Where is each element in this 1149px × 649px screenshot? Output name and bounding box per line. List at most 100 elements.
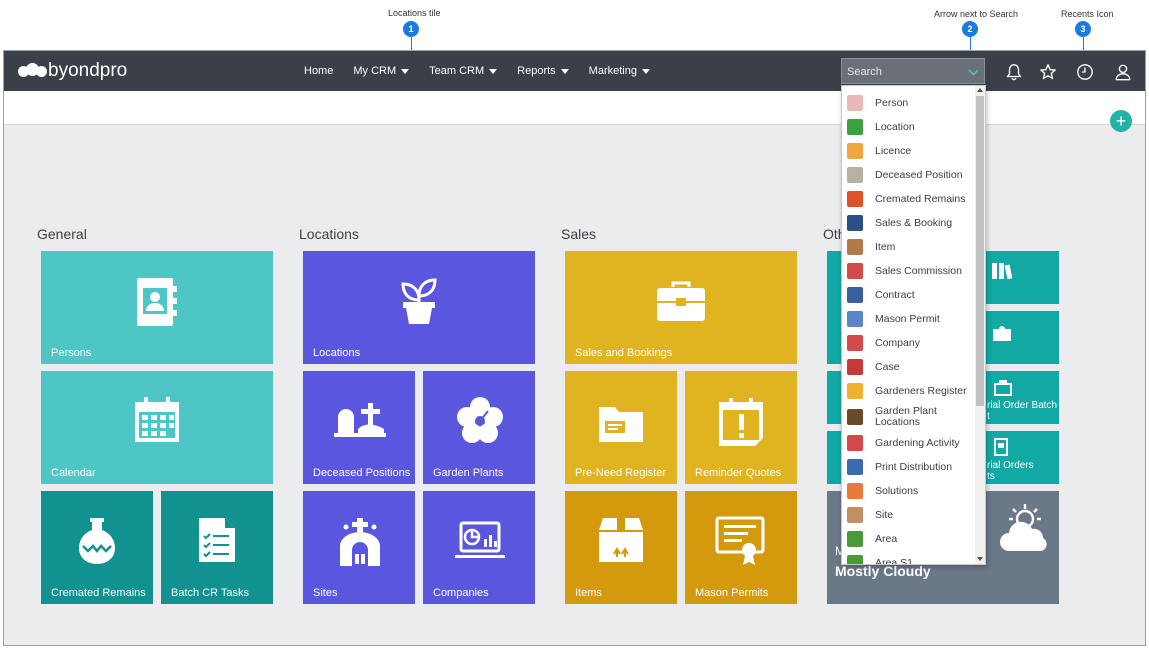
dropdown-item-label: Sales & Booking: [875, 217, 953, 229]
dropdown-item[interactable]: Sales Commission: [842, 259, 975, 283]
scroll-up-arrow-icon[interactable]: [977, 88, 983, 92]
tile-sales-bookings[interactable]: Sales and Bookings: [565, 251, 797, 364]
tile-cremated-remains[interactable]: Cremated Remains: [41, 491, 153, 604]
bell-icon[interactable]: [1005, 63, 1023, 81]
dropdown-scrollbar[interactable]: [975, 86, 985, 564]
tile-persons[interactable]: Persons: [41, 251, 273, 364]
graves-icon: [334, 403, 386, 437]
nav-team-crm[interactable]: Team CRM: [429, 65, 498, 77]
caret-down-icon: [560, 68, 569, 74]
dropdown-item-label: Area S1: [875, 557, 913, 565]
dropdown-item[interactable]: Gardening Activity: [842, 431, 975, 455]
nav-reports-label: Reports: [517, 65, 556, 77]
dropdown-item[interactable]: Area S1: [842, 551, 975, 565]
licence-icon: [847, 143, 863, 159]
tile-companies-label: Companies: [433, 587, 489, 599]
dropdown-item[interactable]: Garden Plant Locations: [842, 403, 975, 431]
tile-garden-plants[interactable]: Garden Plants: [423, 371, 535, 484]
solutions-icon: [847, 483, 863, 499]
weather-condition-label: Mostly Cloudy: [835, 563, 931, 579]
dropdown-item[interactable]: Print Distribution: [842, 455, 975, 479]
main-nav: Home My CRM Team CRM Reports Marketing: [304, 51, 670, 91]
scrollbar-thumb[interactable]: [976, 96, 984, 406]
group-locations-heading: Locations: [299, 226, 359, 242]
address-book-icon: [137, 278, 177, 326]
dropdown-item[interactable]: Case: [842, 355, 975, 379]
tile-batch-cr-tasks[interactable]: Batch CR Tasks: [161, 491, 273, 604]
tile-burial-orders-label-2: ts: [987, 471, 995, 482]
dropdown-item[interactable]: Mason Permit: [842, 307, 975, 331]
app-window: byondpro Home My CRM Team CRM Reports Ma…: [3, 50, 1146, 646]
annotation-badge-1: 1: [403, 21, 419, 37]
search-dropdown-arrow-icon[interactable]: [968, 65, 979, 76]
dropdown-item[interactable]: Cremated Remains: [842, 187, 975, 211]
tile-companies[interactable]: Companies: [423, 491, 535, 604]
briefcase-icon: [657, 281, 705, 321]
nav-home-label: Home: [304, 65, 334, 77]
dropdown-item-label: Deceased Position: [875, 169, 963, 181]
add-button[interactable]: +: [1110, 110, 1132, 132]
nav-my-crm[interactable]: My CRM: [353, 65, 410, 77]
urn-icon: [79, 518, 115, 564]
search-input[interactable]: Search: [841, 58, 985, 84]
dropdown-item[interactable]: Sales & Booking: [842, 211, 975, 235]
dropdown-item[interactable]: Licence: [842, 139, 975, 163]
dropdown-item-label: Item: [875, 241, 896, 253]
nav-home[interactable]: Home: [304, 65, 333, 77]
dropdown-item-label: Site: [875, 509, 894, 521]
search-placeholder: Search: [847, 66, 882, 78]
dropdown-item[interactable]: Deceased Position: [842, 163, 975, 187]
mausoleum-icon: [340, 518, 380, 566]
dropdown-item[interactable]: Site: [842, 503, 975, 527]
plant-pot-icon: [847, 119, 863, 135]
dropdown-item[interactable]: Gardeners Register: [842, 379, 975, 403]
dropdown-item[interactable]: Person: [842, 91, 975, 115]
id-card-icon: [847, 311, 863, 327]
tile-burial-order-batch-label-2: t: [987, 411, 990, 422]
dropdown-item[interactable]: Item: [842, 235, 975, 259]
tree-icon: [847, 555, 863, 564]
certificate-icon: [715, 516, 765, 565]
annotation-badge-3: 3: [1075, 21, 1091, 37]
headstone-icon: [847, 167, 863, 183]
package-box-icon: [599, 518, 643, 562]
dropdown-item-label: Person: [875, 97, 909, 109]
tile-locations-label: Locations: [313, 347, 361, 359]
box-icon: [847, 239, 863, 255]
dropdown-item[interactable]: Location: [842, 115, 975, 139]
brand-logo[interactable]: byondpro: [18, 60, 127, 82]
calendar-icon: [135, 397, 179, 442]
dropdown-item[interactable]: Area: [842, 527, 975, 551]
star-icon[interactable]: [1039, 63, 1057, 81]
tile-locations[interactable]: Locations: [303, 251, 535, 364]
tile-reminder-quotes-label: Reminder Quotes: [695, 467, 782, 479]
form-icon: [847, 263, 863, 279]
user-profile-icon[interactable]: [1114, 63, 1132, 81]
dropdown-item[interactable]: Solutions: [842, 479, 975, 503]
tile-sites[interactable]: Sites: [303, 491, 415, 604]
nav-reports[interactable]: Reports: [517, 65, 569, 77]
scroll-down-arrow-icon[interactable]: [977, 557, 983, 561]
tile-mason-permits[interactable]: Mason Permits: [685, 491, 797, 604]
hibiscus-flower-icon: [457, 397, 503, 443]
tile-deceased-positions[interactable]: Deceased Positions: [303, 371, 415, 484]
tile-pre-need-register[interactable]: Pre-Need Register: [565, 371, 677, 484]
dropdown-item-label: Licence: [875, 145, 912, 157]
tile-persons-label: Persons: [51, 347, 92, 359]
tile-items[interactable]: Items: [565, 491, 677, 604]
annotation-label-recents-icon: Recents Icon: [1061, 9, 1114, 19]
checklist-icon: [199, 518, 235, 562]
trees-icon: [847, 531, 863, 547]
dropdown-item[interactable]: Contract: [842, 283, 975, 307]
dropdown-item[interactable]: Company: [842, 331, 975, 355]
briefcase-icon: [847, 215, 863, 231]
dropdown-item-label: Gardening Activity: [875, 437, 960, 449]
tile-deceased-positions-label: Deceased Positions: [313, 467, 411, 479]
search-category-dropdown[interactable]: Person Location Licence Deceased Position Cr…: [841, 85, 986, 565]
recents-clock-icon[interactable]: [1076, 63, 1094, 81]
tile-calendar[interactable]: Calendar: [41, 371, 273, 484]
tile-reminder-quotes[interactable]: Reminder Quotes: [685, 371, 797, 484]
tile-sites-label: Sites: [313, 587, 338, 599]
dropdown-item-label: Garden Plant Locations: [875, 405, 937, 428]
nav-marketing[interactable]: Marketing: [589, 65, 650, 77]
